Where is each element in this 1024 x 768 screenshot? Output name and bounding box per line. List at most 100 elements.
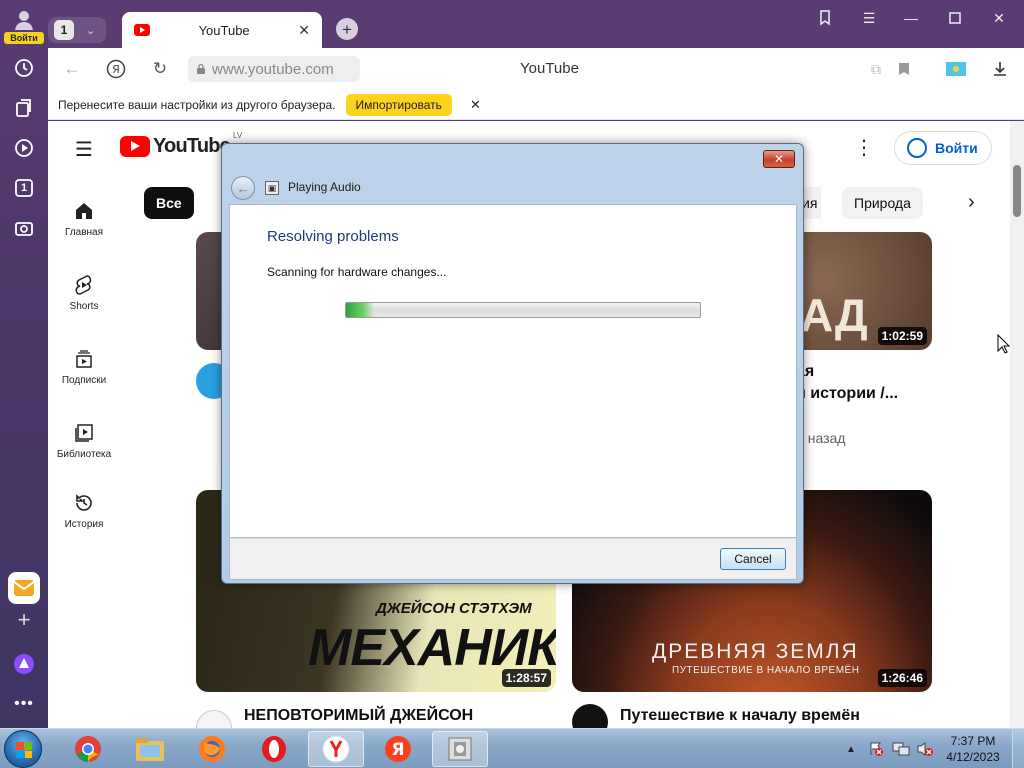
yandex-home-icon[interactable]: Я bbox=[104, 57, 128, 81]
page-scrollbar[interactable] bbox=[1010, 121, 1024, 728]
tab-count-label: 1 bbox=[20, 182, 28, 194]
screenshot-camera-icon[interactable] bbox=[10, 214, 38, 242]
add-icon[interactable]: + bbox=[10, 606, 38, 634]
volume-muted-icon[interactable] bbox=[916, 729, 934, 768]
alice-assistant-icon[interactable] bbox=[10, 650, 38, 678]
play-circle-icon[interactable] bbox=[10, 134, 38, 162]
progress-bar bbox=[345, 302, 701, 318]
channel-avatar[interactable] bbox=[572, 704, 608, 728]
menu-icon[interactable]: ☰ bbox=[858, 8, 880, 28]
taskbar-troubleshooter[interactable] bbox=[432, 731, 488, 767]
settings-dots-icon[interactable]: ⋮ bbox=[854, 135, 874, 160]
tab-close-icon[interactable]: ✕ bbox=[298, 22, 310, 39]
library-icon bbox=[48, 421, 120, 445]
taskbar-opera[interactable] bbox=[246, 731, 302, 767]
nav-history-label: История bbox=[64, 519, 104, 530]
tab-list-button[interactable]: 1 ⌄ bbox=[48, 17, 106, 43]
mail-icon[interactable] bbox=[8, 572, 40, 604]
more-dots-icon[interactable]: ••• bbox=[10, 690, 38, 718]
file-explorer-icon bbox=[136, 738, 164, 761]
taskbar-chrome[interactable] bbox=[60, 731, 116, 767]
maximize-icon[interactable] bbox=[944, 8, 966, 28]
video-title[interactable]: НЕПОВТОРИМЫЙ ДЖЕЙСОН bbox=[244, 707, 473, 725]
page-title: YouTube bbox=[520, 60, 579, 77]
browser-side-panel: Войти 1 + ••• bbox=[0, 0, 48, 728]
back-arrow-icon[interactable]: ← bbox=[231, 176, 255, 200]
login-badge[interactable]: Войти bbox=[4, 32, 44, 44]
youtube-favicon-icon bbox=[134, 24, 150, 36]
subscriptions-icon bbox=[48, 347, 120, 371]
shorts-icon bbox=[48, 273, 120, 297]
scrollbar-thumb[interactable] bbox=[1013, 165, 1021, 217]
tab-title: YouTube bbox=[198, 22, 250, 38]
video-duration: 1:02:59 bbox=[877, 327, 927, 345]
system-clock[interactable]: 7:37 PM 4/12/2023 bbox=[940, 733, 1006, 765]
collections-icon[interactable] bbox=[10, 94, 38, 122]
tab-youtube[interactable]: YouTube ✕ bbox=[122, 12, 322, 48]
chip-all[interactable]: Все bbox=[144, 187, 194, 219]
show-desktop-button[interactable] bbox=[1012, 729, 1024, 768]
youtube-play-logo-icon bbox=[120, 136, 150, 157]
dialog-status-text: Scanning for hardware changes... bbox=[267, 265, 447, 279]
url-field[interactable]: www.youtube.com bbox=[188, 56, 360, 82]
youtube-login-label: Войти bbox=[935, 140, 978, 156]
start-button[interactable] bbox=[4, 730, 42, 768]
yandex-browser-icon bbox=[322, 735, 350, 763]
nav-shorts[interactable]: Shorts bbox=[48, 273, 120, 312]
chip-nature[interactable]: Природа bbox=[842, 187, 923, 219]
tab-count: 1 bbox=[54, 20, 74, 40]
dialog-heading: Resolving problems bbox=[267, 228, 399, 245]
taskbar-yandex[interactable]: Я bbox=[370, 731, 426, 767]
chevron-right-icon[interactable]: › bbox=[968, 191, 975, 214]
network-icon[interactable] bbox=[892, 729, 910, 768]
taskbar-firefox[interactable] bbox=[184, 731, 240, 767]
chrome-icon bbox=[75, 736, 101, 762]
taskbar: Я ▲ 7:37 PM 4/12/2023 bbox=[0, 728, 1024, 768]
flag-extension-icon[interactable] bbox=[944, 57, 968, 81]
history-icon bbox=[48, 491, 120, 515]
nav-shorts-label: Shorts bbox=[69, 301, 99, 312]
cancel-button[interactable]: Cancel bbox=[720, 548, 786, 570]
close-window-icon[interactable]: ✕ bbox=[988, 8, 1010, 28]
new-tab-button[interactable]: + bbox=[336, 18, 358, 40]
nav-subscriptions[interactable]: Подписки bbox=[48, 347, 120, 386]
bookmarks-window-icon[interactable] bbox=[814, 8, 836, 28]
taskbar-yandex-browser[interactable] bbox=[308, 731, 364, 767]
nav-library[interactable]: Библиотека bbox=[48, 421, 120, 460]
import-button[interactable]: Импортировать bbox=[345, 93, 452, 116]
firefox-icon bbox=[199, 736, 225, 762]
minimize-icon[interactable]: — bbox=[900, 8, 922, 28]
svg-text:Я: Я bbox=[391, 740, 404, 760]
progress-fill bbox=[346, 303, 375, 317]
history-clock-icon[interactable] bbox=[10, 54, 38, 82]
nav-home[interactable]: Главная bbox=[48, 199, 120, 238]
dialog-close-button[interactable]: ✕ bbox=[763, 150, 795, 168]
tab-strip: 1 ⌄ YouTube ✕ + ☰ — ✕ bbox=[48, 0, 1024, 48]
video-title-line2[interactable]: и истории /... bbox=[796, 385, 898, 403]
channel-avatar[interactable] bbox=[196, 710, 232, 728]
dialog-content: Resolving problems Scanning for hardware… bbox=[229, 204, 797, 538]
infobar-close-icon[interactable]: ✕ bbox=[470, 97, 481, 113]
thumbnail-subtitle-text: ПУТЕШЕСТВИЕ В НАЧАЛО ВРЕМЁН bbox=[672, 665, 860, 676]
thumbnail-text: АД bbox=[800, 289, 868, 341]
yandex-icon: Я bbox=[385, 736, 411, 762]
opera-icon bbox=[262, 736, 286, 762]
profile-icon[interactable] bbox=[10, 6, 38, 34]
bookmark-icon[interactable] bbox=[892, 57, 916, 81]
svg-text:Я: Я bbox=[112, 63, 120, 76]
clock-date: 4/12/2023 bbox=[946, 750, 1000, 764]
youtube-login-button[interactable]: Войти bbox=[894, 131, 992, 165]
reload-icon[interactable]: ↻ bbox=[148, 57, 172, 81]
nav-history[interactable]: История bbox=[48, 491, 120, 530]
country-code: LV bbox=[232, 131, 243, 140]
reader-mode-icon[interactable]: ⧉ bbox=[864, 57, 888, 81]
tab-count-icon[interactable]: 1 bbox=[10, 174, 38, 202]
downloads-icon[interactable] bbox=[988, 57, 1012, 81]
show-hidden-icons[interactable]: ▲ bbox=[846, 729, 856, 768]
video-title[interactable]: Путешествие к началу времён bbox=[620, 707, 860, 725]
action-center-icon[interactable] bbox=[868, 729, 884, 768]
hamburger-menu-icon[interactable]: ☰ bbox=[72, 137, 96, 161]
taskbar-explorer[interactable] bbox=[122, 731, 178, 767]
back-arrow-icon[interactable]: ← bbox=[60, 57, 84, 81]
nav-subscriptions-label: Подписки bbox=[61, 375, 107, 386]
